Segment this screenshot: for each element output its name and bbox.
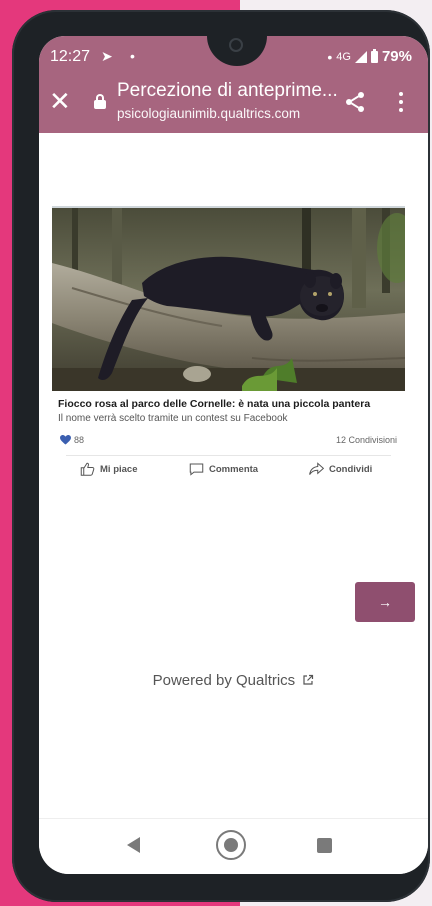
home-icon[interactable]	[216, 830, 246, 860]
post-stats: 88 12 Condivisioni	[52, 433, 405, 453]
url-bar: ✕ Percezione di anteprime... psicologiau…	[39, 76, 428, 133]
shares-count[interactable]: 12 Condivisioni	[336, 435, 397, 445]
post-image-panther[interactable]	[52, 206, 405, 391]
status-right: • 4G 79%	[327, 48, 412, 65]
comment-button[interactable]: Commenta	[189, 462, 258, 476]
signal-icon	[354, 50, 367, 63]
lock-icon[interactable]	[94, 94, 106, 109]
battery-icon	[370, 48, 378, 63]
page-url[interactable]: psicologiaunimib.qualtrics.com	[117, 106, 300, 121]
more-options-icon[interactable]	[397, 90, 405, 114]
comment-icon	[189, 463, 204, 476]
phone-frame: 12:27 ➤ • • 4G 79% ✕ Percezione di antep…	[12, 10, 430, 902]
android-nav-bar	[39, 818, 428, 874]
share-label: Condividi	[329, 463, 373, 475]
next-button[interactable]: →	[355, 582, 415, 622]
external-link-icon	[303, 674, 314, 685]
phone-screen: 12:27 ➤ • • 4G 79% ✕ Percezione di antep…	[39, 36, 428, 874]
notification-dot-icon: •	[130, 48, 135, 64]
powered-by-text: Powered by Qualtrics	[152, 672, 296, 689]
dot-icon: •	[327, 48, 333, 65]
share-post-button[interactable]: Condividi	[309, 462, 372, 476]
share-arrow-icon	[309, 462, 324, 475]
share-icon[interactable]	[343, 90, 367, 114]
likes-count[interactable]: 88	[60, 435, 84, 445]
facebook-post-card: Fiocco rosa al parco delle Cornelle: è n…	[52, 206, 405, 480]
post-actions: Mi piace Commenta Condividi	[52, 456, 405, 480]
powered-by-qualtrics[interactable]: Powered by Qualtrics	[39, 672, 428, 689]
post-headline[interactable]: Fiocco rosa al parco delle Cornelle: è n…	[58, 398, 405, 410]
heart-icon	[60, 435, 71, 445]
like-button[interactable]: Mi piace	[80, 462, 138, 476]
thumbs-up-icon	[80, 462, 95, 476]
page-title: Percezione di anteprime...	[117, 80, 338, 101]
comment-label: Commenta	[209, 463, 259, 475]
telegram-icon: ➤	[101, 48, 113, 64]
battery-percent: 79%	[381, 48, 412, 65]
network-type: 4G	[336, 50, 351, 63]
close-icon[interactable]: ✕	[49, 88, 71, 114]
like-label: Mi piace	[100, 463, 138, 475]
camera-icon	[229, 38, 243, 52]
status-time: 12:27	[50, 48, 91, 65]
post-subtitle: Il nome verrà scelto tramite un contest …	[58, 413, 288, 424]
recent-apps-icon[interactable]	[317, 838, 332, 853]
back-icon[interactable]	[127, 837, 140, 853]
likes-number: 88	[74, 435, 85, 445]
